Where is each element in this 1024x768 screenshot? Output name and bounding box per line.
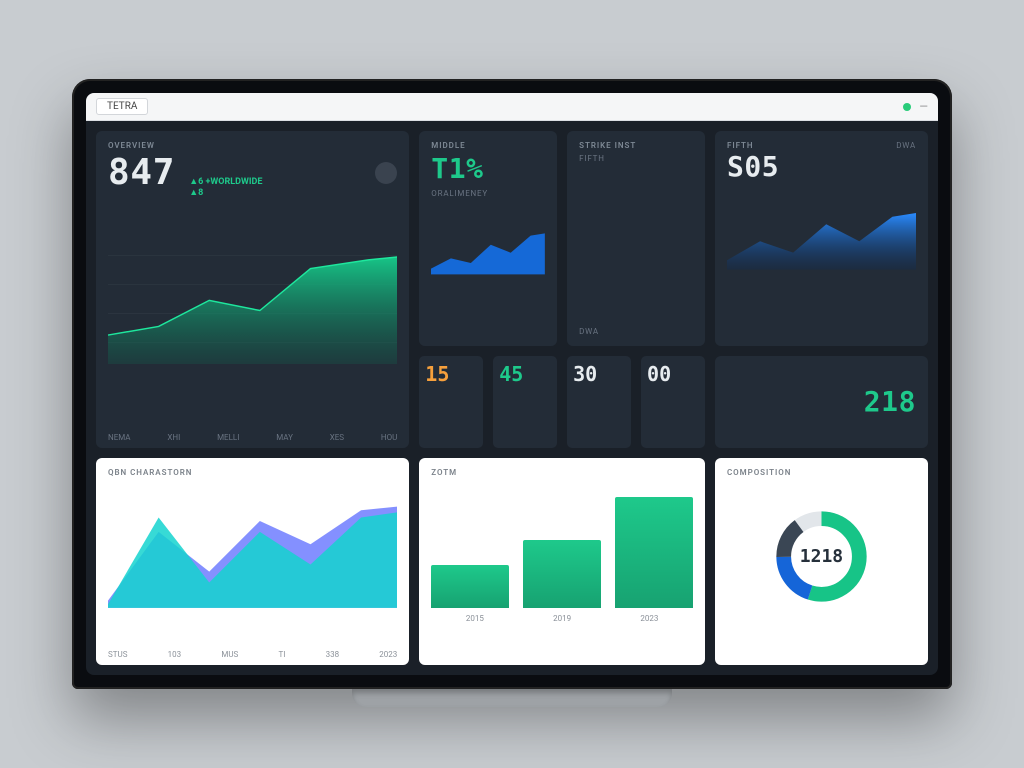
dashboard-grid: OVERVIEW 847 6 +WORLDWIDE 8 bbox=[86, 121, 938, 675]
bar-0 bbox=[431, 565, 509, 608]
donut-center-value: 1218 bbox=[727, 477, 916, 636]
qbn-area-chart bbox=[108, 477, 397, 623]
bars-title: ZOTM bbox=[431, 468, 693, 477]
strike-sub: DWA bbox=[579, 327, 693, 336]
overview-area-chart bbox=[108, 198, 397, 400]
laptop-frame: TETRA — OVERVIEW 847 6 +WORLDWIDE 8 bbox=[72, 79, 952, 689]
s05-value: S05 bbox=[727, 150, 916, 183]
stat-row-mid: 15 45 30 00 bbox=[419, 356, 705, 448]
card-strike[interactable]: STRIKE INST FIFTH DWA bbox=[567, 131, 705, 346]
stat-mid-1[interactable]: 45 bbox=[493, 356, 557, 448]
overview-label: OVERVIEW bbox=[108, 141, 397, 150]
card-middle[interactable]: MIDDLE T1% ORALIMENEY bbox=[419, 131, 557, 346]
middle-area-chart bbox=[431, 198, 545, 305]
stat-mid-0[interactable]: 15 bbox=[419, 356, 483, 448]
card-donut[interactable]: COMPOSITION 1218 bbox=[715, 458, 928, 665]
s05-side: DWA bbox=[896, 141, 916, 150]
window-min-icon[interactable]: — bbox=[919, 100, 928, 113]
status-indicator-icon bbox=[903, 103, 911, 111]
card-overview[interactable]: OVERVIEW 847 6 +WORLDWIDE 8 bbox=[96, 131, 409, 448]
overview-delta-2: 8 bbox=[189, 187, 262, 198]
bar-chart bbox=[431, 477, 693, 608]
card-qbn[interactable]: QBN CHARASTORN STUS103MUS TI3382023 bbox=[96, 458, 409, 665]
qbn-title: QBN CHARASTORN bbox=[108, 468, 397, 477]
middle-sub: ORALIMENEY bbox=[431, 189, 545, 198]
card-218[interactable]: 218 bbox=[715, 356, 928, 448]
middle-label: MIDDLE bbox=[431, 141, 545, 150]
avatar-icon[interactable] bbox=[375, 162, 397, 184]
middle-value: T1% bbox=[431, 152, 545, 185]
s05-area-chart bbox=[727, 183, 916, 290]
bar-1 bbox=[523, 540, 601, 608]
app-window: TETRA — OVERVIEW 847 6 +WORLDWIDE 8 bbox=[86, 93, 938, 675]
stat-mid-2[interactable]: 30 bbox=[567, 356, 631, 448]
overview-value: 847 bbox=[108, 152, 175, 193]
bars-xaxis: 201520192023 bbox=[431, 614, 693, 623]
bar-2 bbox=[615, 497, 693, 608]
window-tab[interactable]: TETRA bbox=[96, 98, 148, 115]
stat-mid-3[interactable]: 00 bbox=[641, 356, 705, 448]
donut-label: COMPOSITION bbox=[727, 468, 916, 477]
overview-xaxis: NEMAXHIMELLI MAYXESHOU bbox=[108, 433, 397, 442]
card-s05[interactable]: FIFTH DWA S05 bbox=[715, 131, 928, 346]
qbn-xaxis: STUS103MUS TI3382023 bbox=[108, 650, 397, 659]
overview-delta: 6 +WORLDWIDE bbox=[189, 176, 262, 187]
strike-label: STRIKE INST bbox=[579, 141, 693, 150]
titlebar: TETRA — bbox=[86, 93, 938, 121]
value-218: 218 bbox=[864, 385, 916, 418]
card-bars[interactable]: ZOTM 201520192023 bbox=[419, 458, 705, 665]
